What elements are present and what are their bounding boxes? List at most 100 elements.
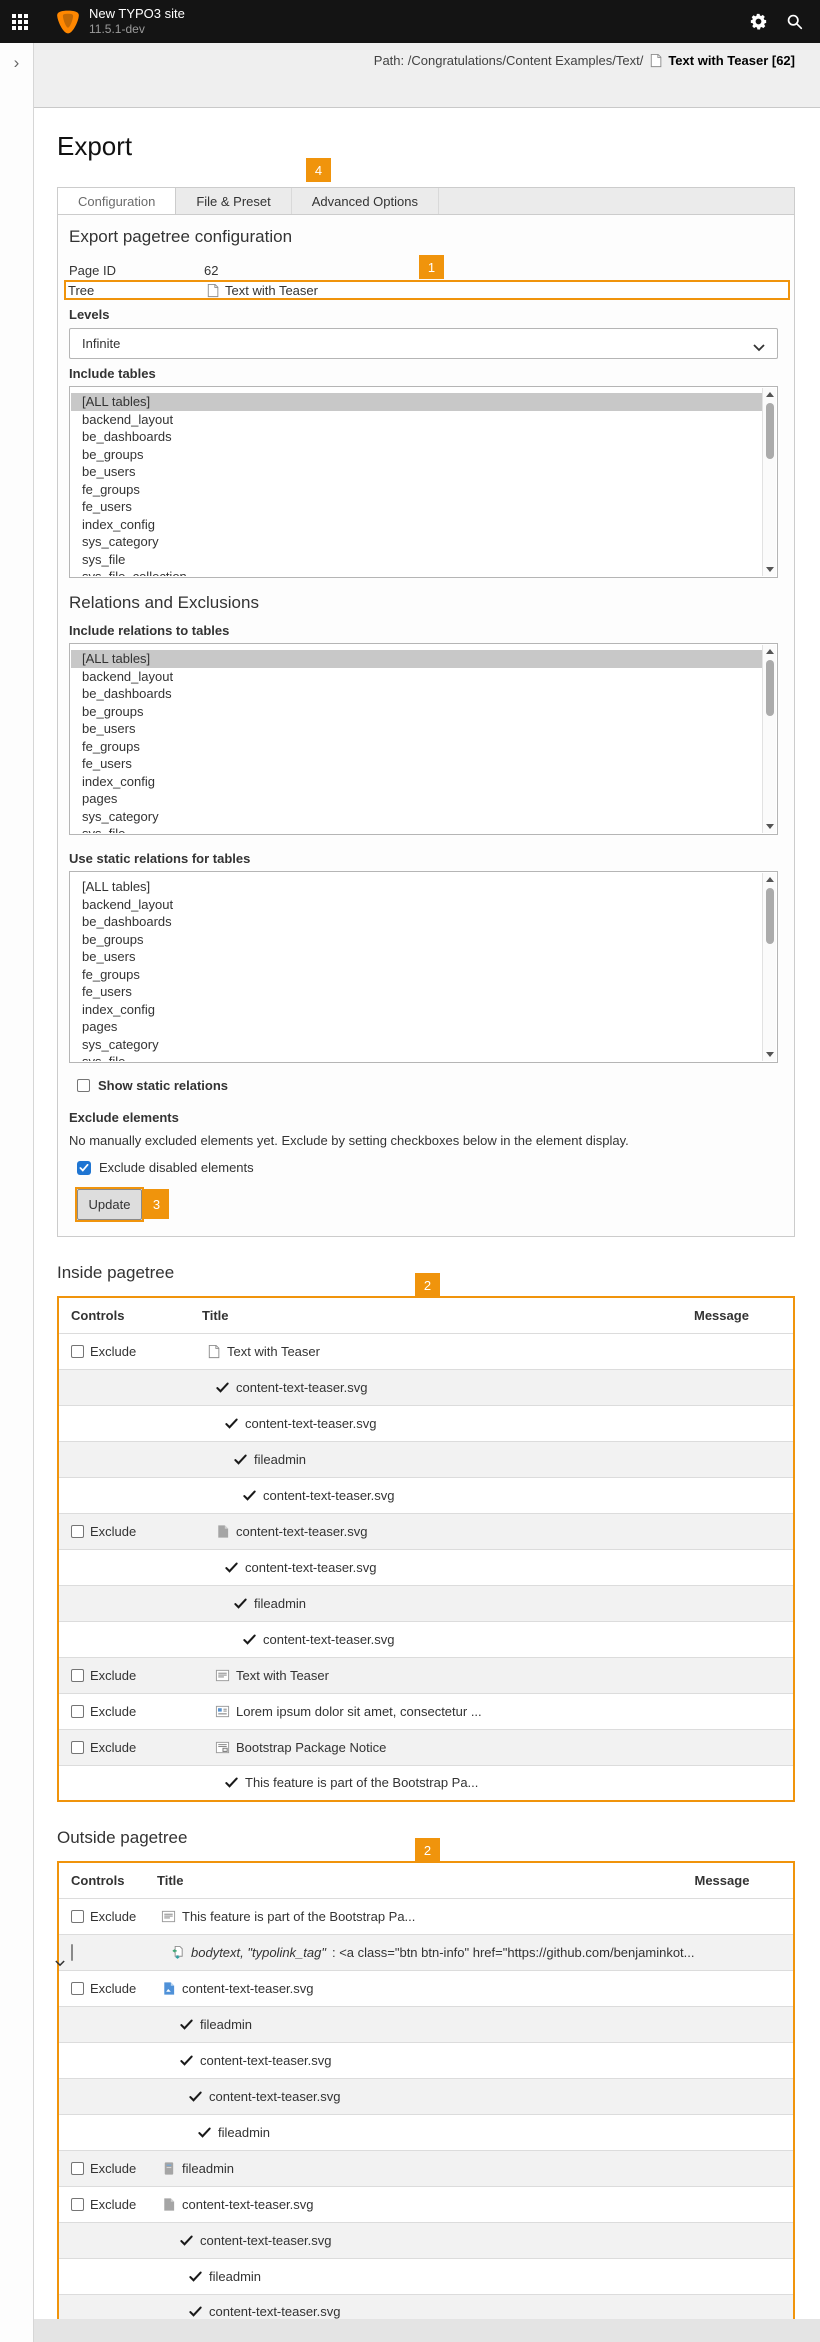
column-header-controls: Controls xyxy=(58,1862,157,1898)
listbox-option[interactable]: index_config xyxy=(71,1001,762,1019)
scroll-up-icon xyxy=(766,877,774,882)
check-icon xyxy=(215,1380,230,1395)
exclude-checkbox[interactable] xyxy=(71,1741,84,1754)
softref-action-select[interactable] xyxy=(71,1944,73,1961)
listbox-option[interactable]: be_users xyxy=(71,720,762,738)
scroll-down-icon xyxy=(766,1052,774,1057)
tab-advanced-options[interactable]: Advanced Options xyxy=(292,188,439,214)
listbox-option[interactable]: be_groups xyxy=(71,703,762,721)
listbox-option[interactable]: sys_file_collection xyxy=(71,568,762,576)
listbox-option[interactable]: sys_category xyxy=(71,808,762,826)
exclude-checkbox[interactable] xyxy=(71,1982,84,1995)
topbar: New TYPO3 site 11.5.1-dev xyxy=(0,0,820,43)
scrollbar-thumb[interactable] xyxy=(766,660,774,716)
listbox-option[interactable]: pages xyxy=(71,790,762,808)
include-relations-listbox[interactable]: [ALL tables]backend_layoutbe_dashboardsb… xyxy=(69,643,778,835)
levels-select[interactable]: Infinite xyxy=(69,328,778,359)
listbox-option[interactable]: backend_layout xyxy=(71,668,762,686)
scrollbar-thumb[interactable] xyxy=(766,403,774,459)
search-button[interactable] xyxy=(776,0,812,43)
tree-value: Text with Teaser xyxy=(225,283,318,298)
listbox-option[interactable]: sys_file xyxy=(71,825,762,833)
column-header-message: Message xyxy=(694,1297,794,1333)
page-id-value: 62 xyxy=(204,263,218,278)
table-row: Excludecontent-text-teaser.svg xyxy=(58,1513,794,1549)
listbox-option[interactable]: be_users xyxy=(71,463,762,481)
listbox-option[interactable]: sys_file xyxy=(71,551,762,569)
listbox-option[interactable]: fe_groups xyxy=(71,966,762,984)
message-cell xyxy=(695,2078,795,2114)
typo3-logo xyxy=(55,9,81,35)
message-cell xyxy=(694,1621,794,1657)
listbox-option[interactable]: sys_file xyxy=(71,1053,762,1061)
listbox-option[interactable]: be_dashboards xyxy=(71,685,762,703)
listbox-option[interactable]: fe_groups xyxy=(71,738,762,756)
tab-file-preset[interactable]: File & Preset xyxy=(176,188,291,214)
message-cell xyxy=(695,1970,795,2006)
exclude-checkbox[interactable] xyxy=(71,1525,84,1538)
record-title: content-text-teaser.svg xyxy=(182,2197,314,2212)
listbox-scrollbar[interactable] xyxy=(762,645,776,833)
docheader: Path: /Congratulations/Content Examples/… xyxy=(34,43,820,108)
listbox-option[interactable]: fe_users xyxy=(71,983,762,1001)
listbox-option[interactable]: sys_category xyxy=(71,533,762,551)
exclude-checkbox[interactable] xyxy=(71,2162,84,2175)
listbox-option[interactable]: be_dashboards xyxy=(71,913,762,931)
ce-text-icon xyxy=(161,1909,176,1924)
listbox-option[interactable]: index_config xyxy=(71,516,762,534)
relations-section-title: Relations and Exclusions xyxy=(69,593,783,613)
listbox-option[interactable]: pages xyxy=(71,1018,762,1036)
table-row: bodytext, "typolink_tag" : <a class="btn… xyxy=(58,1934,794,1970)
listbox-option[interactable]: fe_users xyxy=(71,755,762,773)
listbox-option[interactable]: fe_groups xyxy=(71,481,762,499)
exclude-disabled-checkbox[interactable] xyxy=(77,1161,91,1175)
table-row: ExcludeLorem ipsum dolor sit amet, conse… xyxy=(58,1693,794,1729)
exclude-checkbox[interactable] xyxy=(71,2198,84,2211)
exclude-checkbox[interactable] xyxy=(71,1669,84,1682)
check-icon xyxy=(233,1452,248,1467)
check-icon xyxy=(179,2053,194,2068)
tree-label: Tree xyxy=(68,283,205,298)
static-relations-listbox[interactable]: [ALL tables]backend_layoutbe_dashboardsb… xyxy=(69,871,778,1063)
table-row: content-text-teaser.svg xyxy=(58,2078,794,2114)
show-static-relations-checkbox[interactable] xyxy=(77,1079,90,1092)
table-row: fileadmin xyxy=(58,2258,794,2294)
scrollbar-thumb[interactable] xyxy=(766,888,774,944)
sidebar-expand-button[interactable]: › xyxy=(14,53,20,73)
table-row: Excludecontent-text-teaser.svg xyxy=(58,2186,794,2222)
exclude-checkbox[interactable] xyxy=(71,1910,84,1923)
listbox-option[interactable]: be_dashboards xyxy=(71,428,762,446)
listbox-option[interactable]: be_groups xyxy=(71,931,762,949)
table-row: fileadmin xyxy=(58,1441,794,1477)
include-tables-listbox[interactable]: [ALL tables]backend_layoutbe_dashboardsb… xyxy=(69,386,778,578)
listbox-option[interactable]: sys_category xyxy=(71,1036,762,1054)
annotation-badge-2: 2 xyxy=(415,1838,440,1862)
listbox-option[interactable]: be_groups xyxy=(71,446,762,464)
tab-configuration[interactable]: Configuration xyxy=(58,188,176,215)
outside-pagetree-section: Outside pagetree 2 Controls Title Messag… xyxy=(34,1828,820,2319)
scroll-down-icon xyxy=(766,567,774,572)
listbox-scrollbar[interactable] xyxy=(762,873,776,1061)
listbox-option[interactable]: [ALL tables] xyxy=(71,650,762,668)
module-menu-toggle-button[interactable] xyxy=(0,0,40,43)
exclude-label: Exclude xyxy=(90,1668,136,1683)
settings-button[interactable] xyxy=(740,0,776,43)
listbox-option[interactable]: [ALL tables] xyxy=(71,393,762,411)
record-title: : <a class="btn btn-info" href="https://… xyxy=(332,1945,695,1960)
listbox-option[interactable]: [ALL tables] xyxy=(71,878,762,896)
annotation-badge-2: 2 xyxy=(415,1273,440,1297)
site-title: New TYPO3 site xyxy=(89,6,185,22)
section-title: Export pagetree configuration xyxy=(69,227,783,247)
listbox-option[interactable]: be_users xyxy=(71,948,762,966)
record-title: This feature is part of the Bootstrap Pa… xyxy=(245,1775,478,1790)
exclude-checkbox[interactable] xyxy=(71,1705,84,1718)
module-end xyxy=(34,2319,820,2342)
listbox-option[interactable]: backend_layout xyxy=(71,896,762,914)
annotation-badge-1: 1 xyxy=(419,255,444,279)
exclude-checkbox[interactable] xyxy=(71,1345,84,1358)
update-button[interactable]: Update xyxy=(77,1189,142,1220)
listbox-scrollbar[interactable] xyxy=(762,388,776,576)
listbox-option[interactable]: fe_users xyxy=(71,498,762,516)
listbox-option[interactable]: index_config xyxy=(71,773,762,791)
listbox-option[interactable]: backend_layout xyxy=(71,411,762,429)
